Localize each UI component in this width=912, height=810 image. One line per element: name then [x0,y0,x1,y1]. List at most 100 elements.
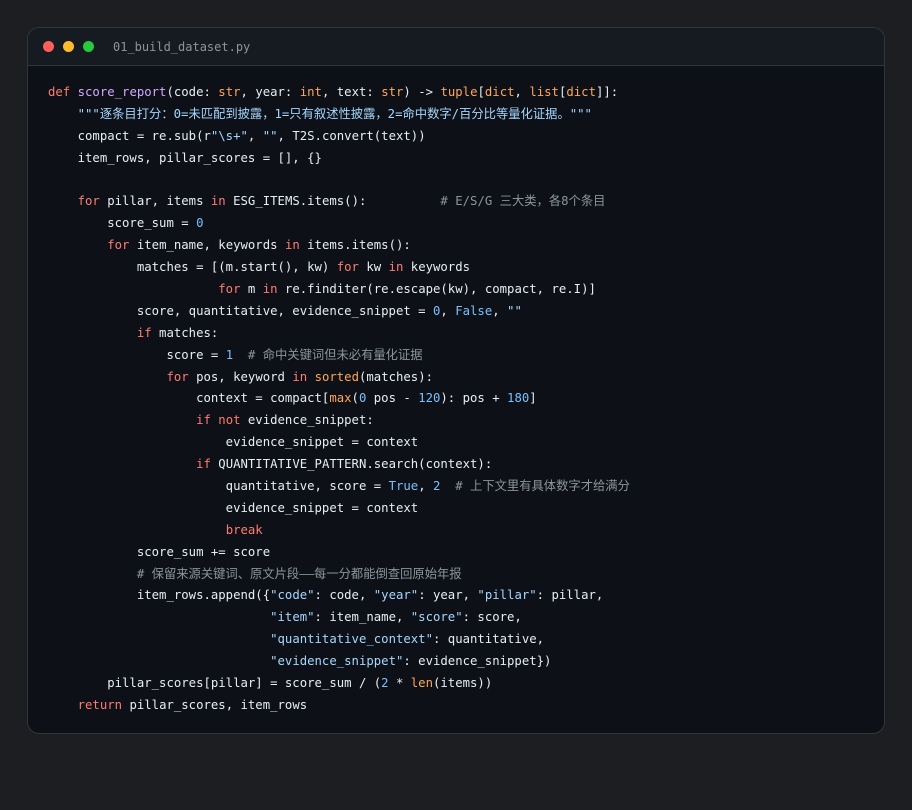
code-line: score_sum = 0 [48,213,884,235]
code-token: pillar, items [99,194,211,209]
code-token: dict [566,85,596,99]
code-line: quantitative, score = True, 2 # 上下文里有具体数… [48,476,884,498]
code-token: if not [196,413,241,428]
code-token: """逐条目打分：0=未匹配到披露，1=只有叙述性披露，2=命中数字/百分比等量… [77,106,592,121]
minimize-dot-icon[interactable] [63,41,74,52]
code-token: re.finditer(re.escape(kw), compact, re.I… [277,282,596,297]
code-token: "" [507,303,522,318]
code-token: len [410,676,433,691]
code-token: break [225,522,263,537]
code-window: 01_build_dataset.py def score_report(cod… [27,27,885,734]
code-token: True [388,479,419,494]
code-token: for [77,194,100,209]
code-token: return [77,697,123,712]
code-token: for [166,369,189,384]
code-editor: def score_report(code: str, year: int, t… [28,66,884,717]
code-line: "evidence_snippet": evidence_snippet}) [48,651,884,673]
code-token: sorted [314,369,359,384]
code-token: int [299,85,322,99]
code-token: pos, keyword [188,369,293,384]
code-token: "score" [410,610,463,625]
code-token: , text: [321,85,382,99]
code-token: m [240,282,263,297]
code-token: , [440,303,456,318]
code-token: pos - [366,391,419,406]
code-token: matches: [151,325,219,340]
code-line: context = compact[max(0 pos - 120): pos … [48,388,884,410]
code-token: def [48,85,78,99]
code-token: keywords [403,260,471,275]
code-token: item_rows, pillar_scores = [], {} [48,150,322,165]
code-token: for [107,238,130,253]
code-token: * [388,676,411,691]
code-token: 0 [196,216,204,231]
code-line: matches = [(m.start(), kw) for kw in key… [48,257,884,279]
code-token: if [196,457,211,472]
code-token: "year" [373,588,419,603]
code-line: compact = re.sub(r"\s+", "", T2S.convert… [48,126,884,148]
code-token: : quantitative, [432,632,545,647]
code-token: evidence_snippet: [240,413,374,428]
code-token: 1 [225,347,234,362]
code-token: kw [358,260,389,275]
code-token: compact = re.sub(r [48,128,211,143]
close-dot-icon[interactable] [43,41,54,52]
code-line: for pos, keyword in sorted(matches): [48,367,884,389]
code-token: quantitative, score = [48,479,389,494]
code-token: 180 [507,391,530,406]
code-token: # 保留来源关键词、原文片段——每一分都能倒查回原始年报 [136,566,462,581]
maximize-dot-icon[interactable] [83,41,94,52]
code-token: ] [529,391,537,406]
code-token: : pillar, [536,588,604,603]
code-line: return pillar_scores, item_rows [48,695,884,717]
code-token: str [218,85,241,99]
code-token: "quantitative_context" [270,632,433,647]
window-titlebar: 01_build_dataset.py [28,28,884,66]
code-token: ESG_ITEMS.items(): [225,194,441,209]
code-line: evidence_snippet = context [48,498,884,520]
code-token: ) -> [403,85,441,99]
code-token: "code" [270,588,315,603]
code-token: str [381,85,404,99]
code-token: max [329,391,352,406]
code-line: "quantitative_context": quantitative, [48,629,884,651]
code-token: , [492,303,508,318]
code-token: evidence_snippet = context [48,500,419,515]
code-token: : code, [314,588,374,603]
code-token: score_sum += score [48,544,271,559]
code-token: items.items(): [299,238,411,253]
code-token: pillar_scores, item_rows [122,697,308,712]
code-token: evidence_snippet = context [48,435,419,450]
code-token: , [418,479,433,494]
code-token: score, quantitative, evidence_snippet = [48,303,433,318]
code-line: score_sum += score [48,542,884,564]
code-token: tuple [440,85,478,99]
code-line: # 保留来源关键词、原文片段——每一分都能倒查回原始年报 [48,564,884,586]
code-token: in [388,260,404,275]
code-line: "item": item_name, "score": score, [48,607,884,629]
code-line: if not evidence_snippet: [48,410,884,432]
code-token: for [218,282,241,297]
code-token: in [210,194,226,209]
code-line: pillar_scores[pillar] = score_sum / (2 *… [48,673,884,695]
code-token: (matches): [358,369,434,384]
code-token: (items)) [433,676,493,691]
code-token: , [514,85,530,99]
code-token: context = compact[ [48,391,330,406]
code-line: if QUANTITATIVE_PATTERN.search(context): [48,454,884,476]
code-token: : evidence_snippet}) [403,654,552,669]
code-token: , [247,128,263,143]
code-token: : item_name, [314,610,411,625]
code-token: in [262,282,278,297]
code-line: for item_name, keywords in items.items()… [48,235,884,257]
